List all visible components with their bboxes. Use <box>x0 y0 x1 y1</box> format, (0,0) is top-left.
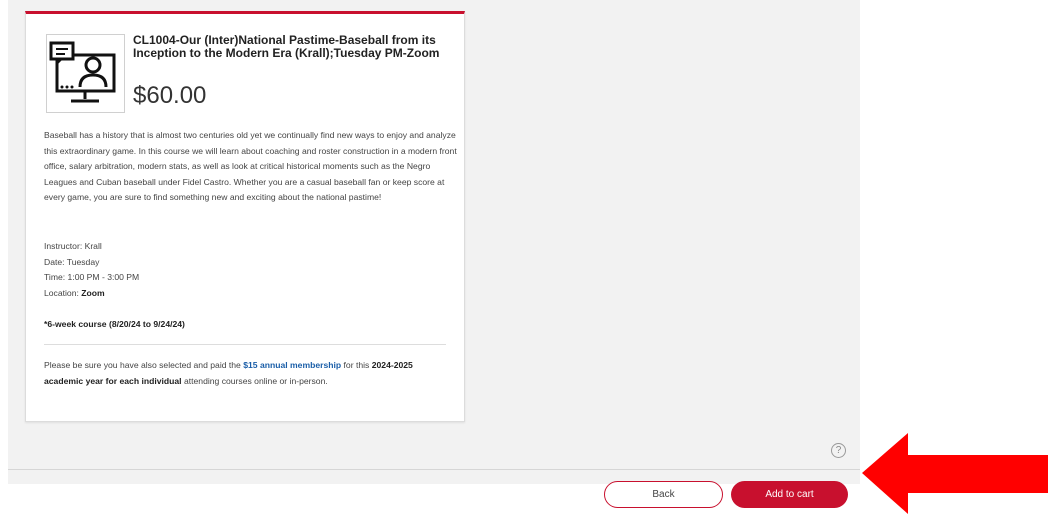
membership-link[interactable]: $15 annual membership <box>243 360 341 370</box>
course-details: Instructor: Krall Date: Tuesday Time: 1:… <box>44 239 460 301</box>
course-description: Baseball has a history that is almost tw… <box>44 130 457 202</box>
online-class-icon <box>49 41 116 103</box>
course-duration: *6-week course (8/20/24 to 9/24/24) <box>44 319 185 329</box>
divider <box>44 344 446 345</box>
back-button[interactable]: Back <box>604 481 723 508</box>
red-arrow-icon <box>862 433 1048 514</box>
course-price: $60.00 <box>133 82 207 109</box>
note-text: attending courses online or in-person. <box>181 375 328 386</box>
instructor-line: Instructor: Krall <box>44 241 102 251</box>
location-label: Location: <box>44 287 82 298</box>
course-thumbnail <box>46 34 125 113</box>
course-card: CL1004-Our (Inter)National Pastime-Baseb… <box>25 11 465 422</box>
footer-divider <box>8 469 860 470</box>
date-line: Date: Tuesday <box>44 256 100 267</box>
note-text: for this <box>341 360 372 370</box>
course-title: CL1004-Our (Inter)National Pastime-Baseb… <box>133 33 440 60</box>
membership-note: Please be sure you have also selected an… <box>44 358 444 389</box>
location-line: Location: Zoom <box>44 286 460 302</box>
add-to-cart-button[interactable]: Add to cart <box>731 481 848 508</box>
help-icon[interactable]: ? <box>831 443 846 458</box>
location-value: Zoom <box>81 287 105 298</box>
note-text: Please be sure you have also selected an… <box>44 360 244 370</box>
time-line: Time: 1:00 PM - 3:00 PM <box>44 272 140 282</box>
